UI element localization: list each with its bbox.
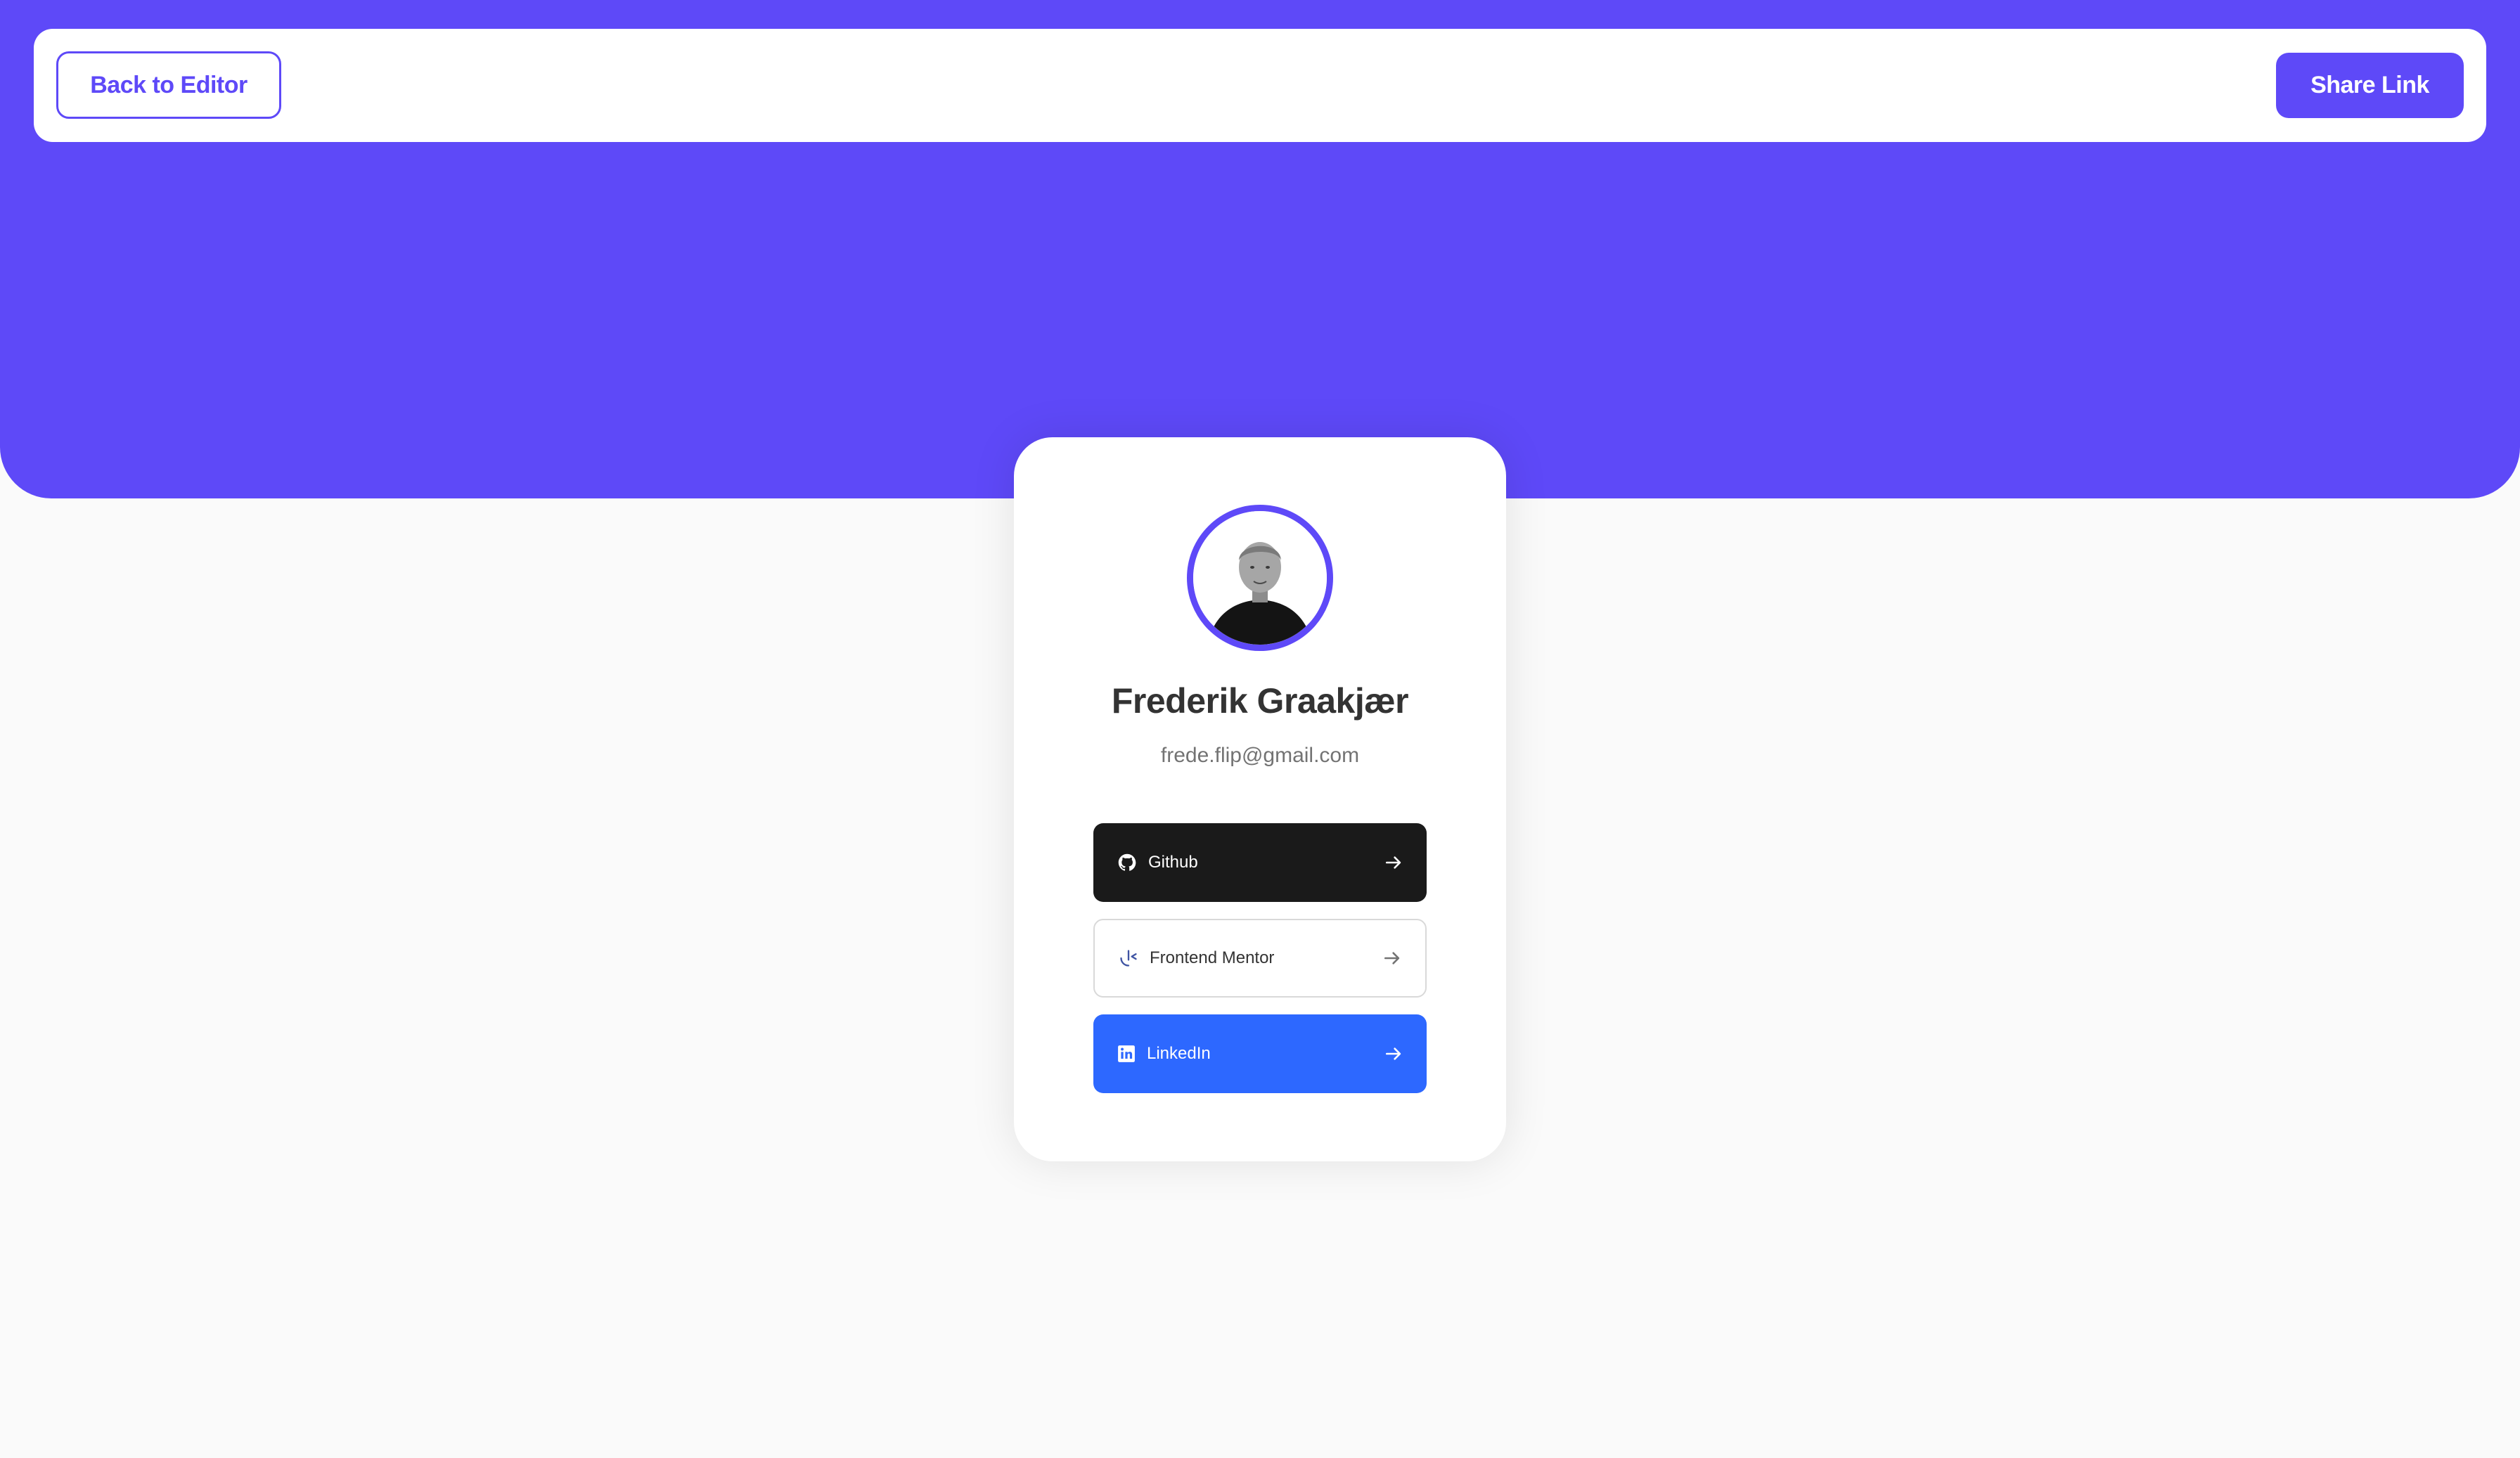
back-to-editor-button[interactable]: Back to Editor	[56, 51, 281, 119]
link-github[interactable]: Github	[1093, 823, 1427, 902]
link-frontend-mentor[interactable]: Frontend Mentor	[1093, 919, 1427, 998]
share-link-button[interactable]: Share Link	[2276, 53, 2464, 118]
avatar-photo	[1193, 511, 1327, 645]
arrow-right-icon	[1384, 853, 1403, 872]
link-linkedin[interactable]: LinkedIn	[1093, 1014, 1427, 1093]
top-nav: Back to Editor Share Link	[34, 29, 2486, 142]
link-frontend-mentor-label: Frontend Mentor	[1150, 948, 1275, 967]
avatar	[1187, 505, 1333, 651]
linkedin-icon	[1117, 1045, 1136, 1063]
arrow-right-icon	[1383, 949, 1401, 967]
profile-email: frede.flip@gmail.com	[1160, 744, 1360, 767]
github-icon	[1117, 853, 1137, 872]
profile-card: Frederik Graakjær frede.flip@gmail.com G…	[1014, 437, 1506, 1161]
profile-name: Frederik Graakjær	[1111, 681, 1409, 721]
link-linkedin-label: LinkedIn	[1147, 1044, 1211, 1063]
arrow-right-icon	[1384, 1045, 1403, 1063]
link-github-label: Github	[1148, 853, 1198, 872]
frontend-mentor-icon	[1119, 948, 1138, 968]
